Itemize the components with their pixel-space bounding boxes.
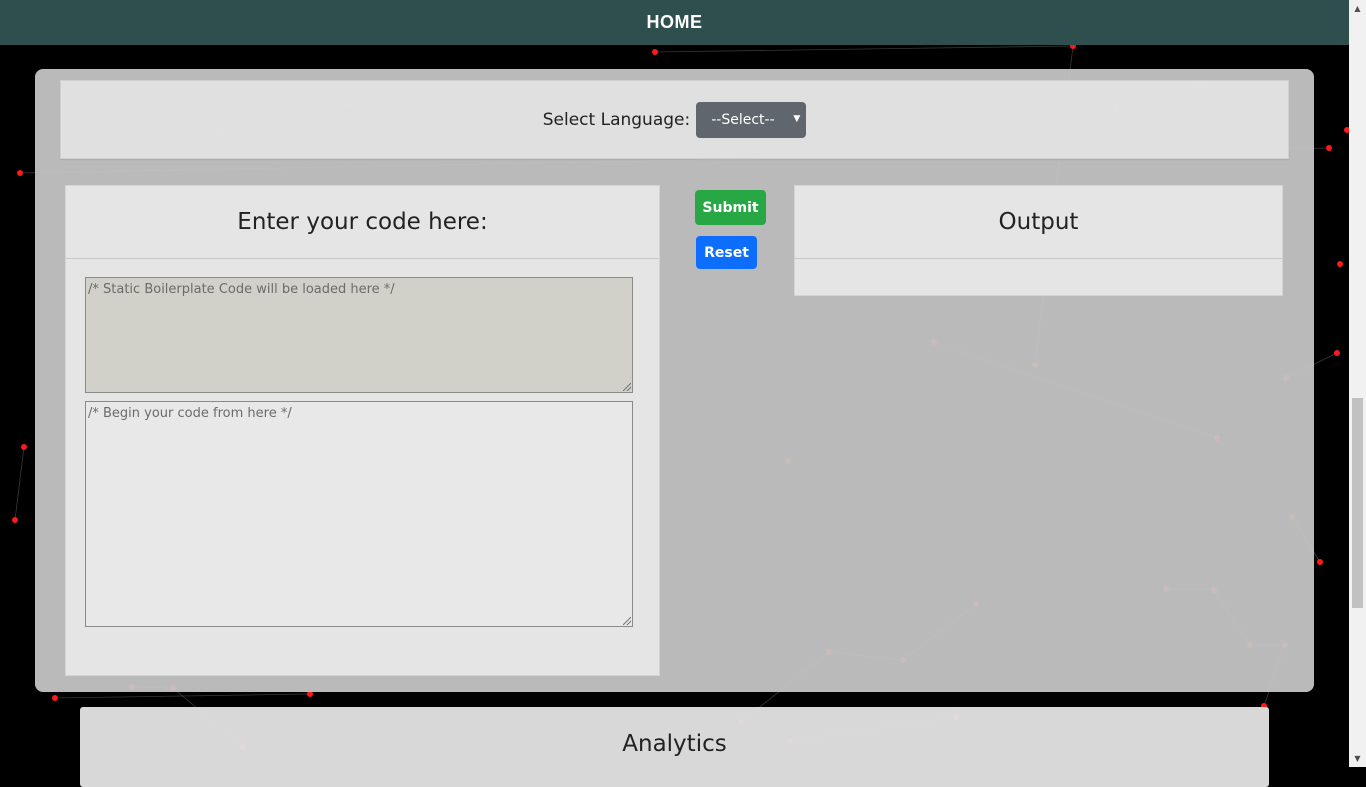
particle-dot [1326,145,1332,151]
resize-grip-icon[interactable] [623,383,631,391]
language-select-value: --Select-- [711,111,775,128]
boilerplate-code-textarea[interactable]: /* Static Boilerplate Code will be loade… [85,277,633,393]
compiler-panel: Select Language: --Select-- ▼ Enter your… [35,69,1314,692]
particle-link [14,446,25,521]
particle-dot [1334,350,1340,356]
top-navbar: HOME [0,0,1349,45]
particle-dot [21,444,27,450]
vertical-scrollbar[interactable]: ▲ ▼ [1349,0,1366,767]
output-title: Output [795,186,1282,259]
output-card: Output [794,185,1283,296]
particle-dot [1337,261,1343,267]
code-editor-title: Enter your code here: [66,186,659,259]
language-select[interactable]: --Select-- ▼ [696,101,807,138]
caret-down-icon: ▼ [793,113,801,124]
user-code-textarea[interactable]: /* Begin your code from here */ [85,401,633,627]
code-editor-card: Enter your code here: /* Static Boilerpl… [65,185,660,676]
home-link[interactable]: HOME [647,12,703,33]
submit-button[interactable]: Submit [695,190,766,225]
scroll-up-arrow-icon[interactable]: ▲ [1349,0,1366,17]
particle-link [654,45,1074,53]
resize-grip-icon[interactable] [623,617,631,625]
language-label: Select Language: [542,109,691,130]
analytics-title: Analytics [622,731,727,757]
particle-dot [12,517,18,523]
language-selector-bar: Select Language: --Select-- ▼ [60,80,1289,159]
boilerplate-placeholder: /* Static Boilerplate Code will be loade… [88,282,395,297]
scroll-down-arrow-icon[interactable]: ▼ [1349,750,1366,767]
user-code-placeholder: /* Begin your code from here */ [88,406,292,421]
particle-dot [1317,559,1323,565]
particle-dot [17,170,23,176]
particle-dot [52,695,58,701]
analytics-card: Analytics [80,707,1269,787]
particle-dot [652,49,658,55]
reset-button[interactable]: Reset [696,236,757,269]
scrollbar-thumb[interactable] [1352,398,1363,608]
